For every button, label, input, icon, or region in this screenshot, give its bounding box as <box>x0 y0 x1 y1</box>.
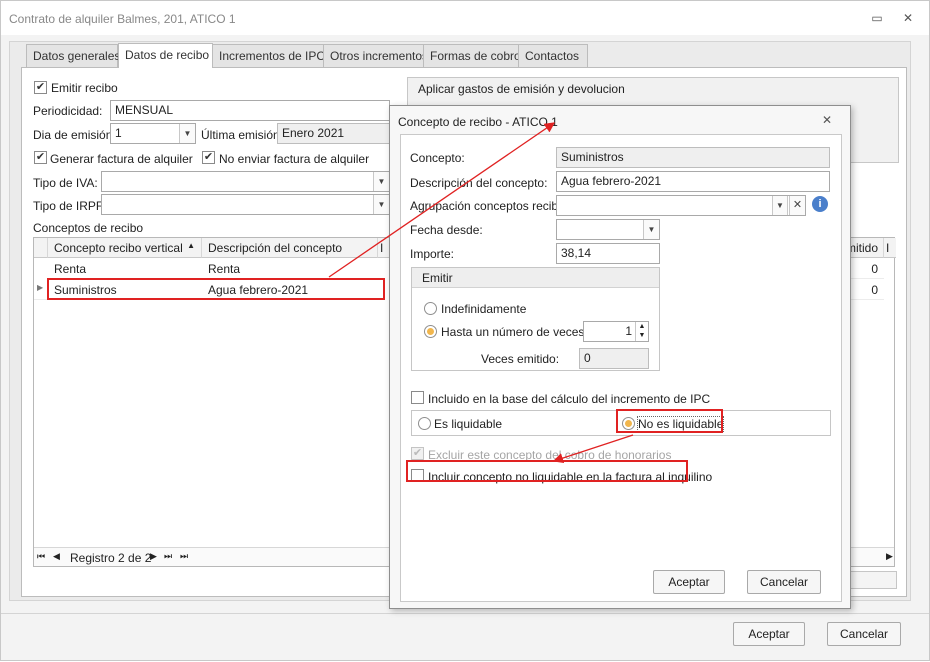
annotation-arrow-to-checkbox <box>552 434 634 464</box>
tab-datos-de-recibo[interactable]: Datos de recibo <box>118 43 213 68</box>
annotation-arrow-to-dialog <box>328 122 556 278</box>
main-window: Contrato de alquiler Balmes, 201, ATICO … <box>0 0 930 661</box>
annotation-arrows <box>328 122 634 464</box>
